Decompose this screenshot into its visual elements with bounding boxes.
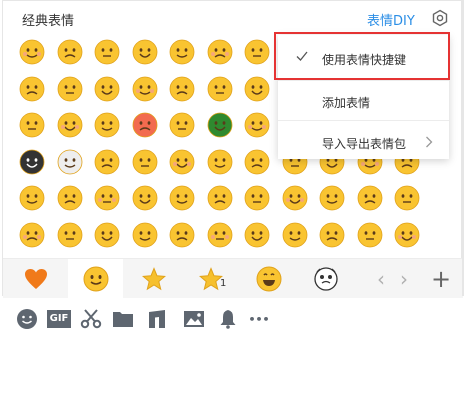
emoji-panel: 经典表情 表情DIY 1 ‹ › + 使用表情快捷键 添加表情 导入导出表情包 — [2, 0, 463, 298]
emoji-smile-icon[interactable] — [132, 149, 158, 175]
tab-star-1[interactable]: 1 — [183, 259, 238, 298]
emoji-wink-icon[interactable] — [244, 39, 270, 65]
emoji-tongue-icon[interactable] — [169, 222, 195, 248]
star-icon — [141, 266, 166, 290]
emoji-tongue-icon[interactable] — [19, 76, 45, 102]
emoji-cry-icon[interactable] — [357, 185, 383, 211]
tab-next-button[interactable]: › — [400, 259, 408, 298]
emoji-laugh-icon[interactable] — [57, 39, 83, 65]
emoji-tongue-icon[interactable] — [57, 112, 83, 138]
emoji-sleepy-icon[interactable] — [94, 185, 120, 211]
emoji-laugh-icon[interactable] — [132, 112, 158, 138]
emoji-laugh-icon[interactable] — [94, 76, 120, 102]
menu-divider — [278, 80, 449, 81]
emoji-smile-icon[interactable] — [19, 39, 45, 65]
emoji-heart-icon[interactable] — [169, 112, 195, 138]
emoji-tongue-icon[interactable] — [132, 185, 158, 211]
menu-item-label: 添加表情 — [322, 96, 371, 110]
emoji-smile-icon[interactable] — [169, 185, 195, 211]
emoji-cool-icon[interactable] — [244, 112, 270, 138]
emoji-icon[interactable] — [14, 306, 40, 332]
more-icon[interactable]: ••• — [246, 306, 272, 332]
gear-icon[interactable] — [431, 9, 449, 27]
emoji-sad-icon[interactable] — [207, 112, 233, 138]
emoji-grin-icon[interactable] — [19, 222, 45, 248]
emoji-smile-icon[interactable] — [207, 222, 233, 248]
emoji-cool-icon[interactable] — [357, 222, 383, 248]
chevron-right-icon — [426, 136, 433, 148]
smiley-icon — [83, 266, 108, 291]
music-icon[interactable] — [144, 306, 170, 332]
emoji-wink-icon[interactable] — [394, 185, 420, 211]
emoji-sleepy-icon[interactable] — [132, 222, 158, 248]
panel-title: 经典表情 — [22, 14, 75, 29]
emoji-heart-icon[interactable] — [94, 39, 120, 65]
emoji-cry-icon[interactable] — [244, 76, 270, 102]
emoji-surprise-icon[interactable] — [57, 185, 83, 211]
emoji-cool-icon[interactable] — [207, 76, 233, 102]
cartoon-face-icon — [313, 266, 338, 291]
folder-icon[interactable] — [110, 306, 136, 332]
menu-item-add-emoji[interactable]: 添加表情 — [278, 82, 449, 120]
emoji-cool-icon[interactable] — [169, 39, 195, 65]
emoji-tab-bar: 1 ‹ › + — [3, 258, 463, 298]
emoji-laugh-icon[interactable] — [169, 149, 195, 175]
emoji-cry-icon[interactable] — [207, 39, 233, 65]
emoji-sad-icon[interactable] — [282, 185, 308, 211]
tab-prev-button[interactable]: ‹ — [377, 259, 385, 298]
emoji-tongue-icon[interactable] — [94, 149, 120, 175]
emoji-angry-icon[interactable] — [57, 222, 83, 248]
heart-icon — [24, 268, 47, 289]
scissors-icon[interactable] — [78, 306, 104, 332]
menu-item-label: 导入导出表情包 — [322, 137, 407, 151]
tab-badge: 1 — [220, 278, 227, 289]
add-emoji-pack-button[interactable]: + — [431, 259, 451, 298]
tab-star[interactable] — [126, 259, 181, 298]
gif-icon[interactable]: GIF — [46, 306, 72, 332]
image-icon[interactable] — [181, 306, 207, 332]
emoji-surprise-icon[interactable] — [19, 149, 45, 175]
emoji-sleepy-icon[interactable] — [57, 149, 83, 175]
chat-input-toolbar: GIF ••• — [0, 298, 464, 340]
star-icon — [198, 266, 223, 290]
emoji-heart-icon[interactable] — [207, 149, 233, 175]
emoji-smile-icon[interactable] — [57, 76, 83, 102]
emoji-laugh-icon[interactable] — [244, 222, 270, 248]
menu-item-import-export[interactable]: 导入导出表情包 — [278, 123, 449, 161]
emoji-heart-icon[interactable] — [282, 222, 308, 248]
emoji-laugh-icon[interactable] — [207, 185, 233, 211]
emoji-smile-icon[interactable] — [94, 112, 120, 138]
emoji-heart-icon[interactable] — [132, 76, 158, 102]
bell-icon[interactable] — [215, 306, 241, 332]
emoji-sad-icon[interactable] — [244, 149, 270, 175]
emoji-sad-icon[interactable] — [319, 222, 345, 248]
emoji-sad-icon[interactable] — [132, 39, 158, 65]
emoji-sleepy-icon[interactable] — [19, 112, 45, 138]
tab-cartoon[interactable] — [298, 259, 353, 298]
grin-face-icon — [256, 266, 281, 291]
gif-label: GIF — [46, 310, 72, 328]
tab-favorites[interactable] — [8, 259, 63, 298]
tab-grin[interactable] — [241, 259, 296, 298]
highlight-box — [274, 32, 450, 80]
emoji-cry-icon[interactable] — [394, 222, 420, 248]
emoji-cool-icon[interactable] — [319, 185, 345, 211]
emoji-angry-icon[interactable] — [19, 185, 45, 211]
menu-divider — [278, 120, 449, 121]
emoji-sad-icon[interactable] — [169, 76, 195, 102]
tab-classic[interactable] — [68, 259, 123, 298]
emoji-surprise-icon[interactable] — [94, 222, 120, 248]
emoji-diy-link[interactable]: 表情DIY — [367, 10, 415, 29]
emoji-heart-icon[interactable] — [244, 185, 270, 211]
